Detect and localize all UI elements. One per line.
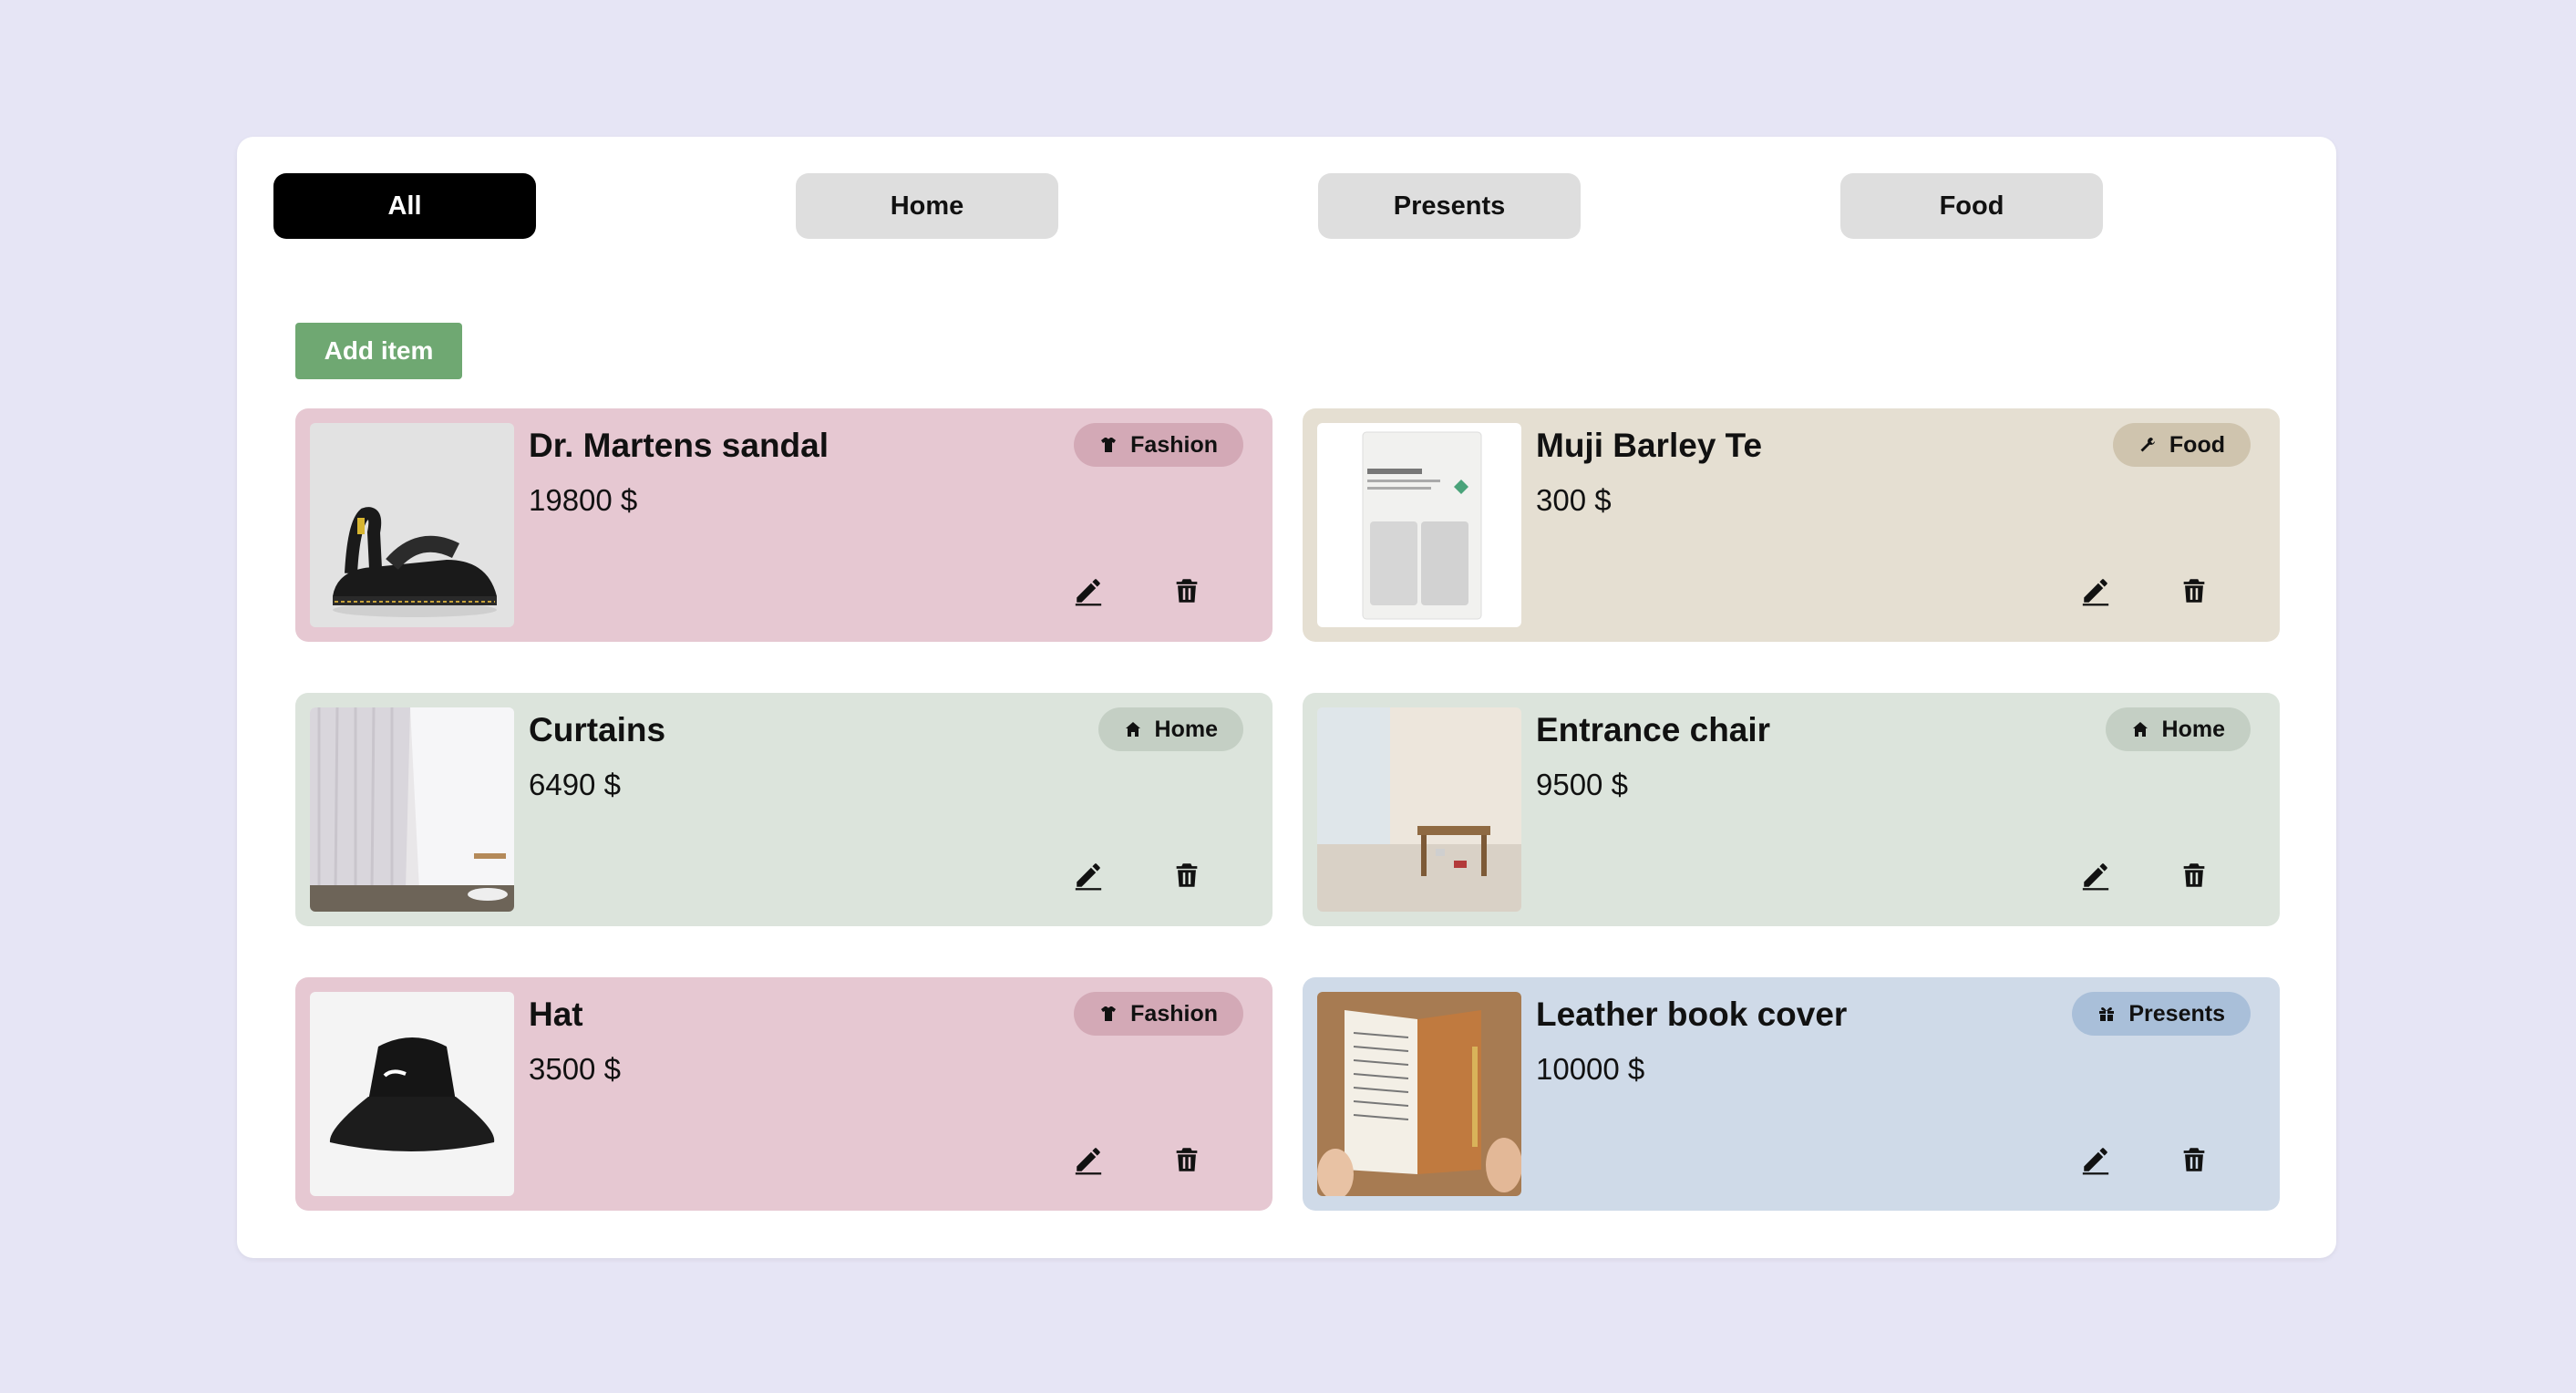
item-price: 300 $: [1536, 483, 1612, 517]
bucket-hat-image: [310, 992, 514, 1196]
delete-button[interactable]: [1169, 1141, 1205, 1178]
tool-icon: [2140, 438, 2155, 452]
delete-button[interactable]: [2176, 857, 2212, 893]
edit-button[interactable]: [2077, 573, 2114, 609]
item-name: Dr. Martens sandal: [529, 427, 829, 464]
edit-button[interactable]: [1070, 573, 1107, 609]
item-card-sandal: Dr. Martens sandal 19800 $ Fashion: [295, 408, 1273, 642]
tea-package-image: [1317, 423, 1521, 627]
pencil-icon: [2082, 1148, 2109, 1175]
category-badge: Fashion: [1074, 423, 1243, 467]
item-card-curtains: Curtains 6490 $ Home: [295, 693, 1273, 926]
pencil-icon: [1075, 863, 1102, 891]
category-label: Home: [2161, 716, 2225, 742]
house-icon: [2132, 722, 2148, 737]
edit-button[interactable]: [2077, 1141, 2114, 1178]
edit-button[interactable]: [1070, 1141, 1107, 1178]
item-price: 6490 $: [529, 768, 621, 801]
category-badge: Home: [2105, 707, 2251, 751]
category-badge: Food: [2112, 423, 2251, 467]
items-panel: All Home Presents Food Add item Dr. Mart…: [237, 137, 2336, 1258]
curtains-image: [310, 707, 514, 912]
pencil-icon: [2082, 579, 2109, 606]
item-price: 10000 $: [1536, 1052, 1645, 1086]
trash-icon: [2183, 579, 2205, 603]
category-label: Fashion: [1130, 1000, 1218, 1027]
trash-icon: [1176, 579, 1198, 603]
category-badge: Home: [1097, 707, 1243, 751]
item-name: Curtains: [529, 711, 666, 748]
trash-icon: [2183, 863, 2205, 887]
book-cover-image: [1317, 992, 1521, 1196]
tab-food[interactable]: Food: [1840, 173, 2103, 239]
item-price: 19800 $: [529, 483, 638, 517]
pencil-icon: [1075, 1148, 1102, 1175]
item-card-barley-tea: Muji Barley Te 300 $ Food: [1303, 408, 2280, 642]
category-label: Home: [1154, 716, 1218, 742]
item-price: 3500 $: [529, 1052, 621, 1086]
category-label: Fashion: [1130, 431, 1218, 458]
category-badge: Fashion: [1074, 992, 1243, 1036]
pencil-icon: [1075, 579, 1102, 606]
pencil-icon: [2082, 863, 2109, 891]
item-name: Muji Barley Te: [1536, 427, 1763, 464]
delete-button[interactable]: [1169, 573, 1205, 609]
add-item-button[interactable]: Add item: [295, 323, 462, 379]
item-card-entrance-chair: Entrance chair 9500 $ Home: [1303, 693, 2280, 926]
category-label: Food: [2169, 431, 2225, 458]
edit-button[interactable]: [2077, 857, 2114, 893]
category-label: Presents: [2128, 1000, 2225, 1027]
filter-tabs: All Home Presents Food: [273, 173, 2297, 239]
gift-icon: [2099, 1007, 2115, 1021]
delete-button[interactable]: [1169, 857, 1205, 893]
delete-button[interactable]: [2176, 573, 2212, 609]
edit-button[interactable]: [1070, 857, 1107, 893]
item-price: 9500 $: [1536, 768, 1628, 801]
item-name: Hat: [529, 996, 583, 1033]
item-name: Leather book cover: [1536, 996, 1848, 1033]
tab-all[interactable]: All: [273, 173, 536, 239]
entrance-chair-image: [1317, 707, 1521, 912]
tab-home[interactable]: Home: [796, 173, 1058, 239]
delete-button[interactable]: [2176, 1141, 2212, 1178]
item-card-book-cover: Leather book cover 10000 $ Presents: [1303, 977, 2280, 1211]
trash-icon: [1176, 863, 1198, 887]
item-name: Entrance chair: [1536, 711, 1771, 748]
house-icon: [1125, 722, 1140, 737]
item-card-hat: Hat 3500 $ Fashion: [295, 977, 1273, 1211]
trash-icon: [2183, 1148, 2205, 1171]
shirt-icon: [1101, 438, 1117, 452]
trash-icon: [1176, 1148, 1198, 1171]
category-badge: Presents: [2072, 992, 2251, 1036]
sandal-image: [310, 423, 514, 627]
shirt-icon: [1101, 1006, 1117, 1021]
tab-presents[interactable]: Presents: [1318, 173, 1581, 239]
